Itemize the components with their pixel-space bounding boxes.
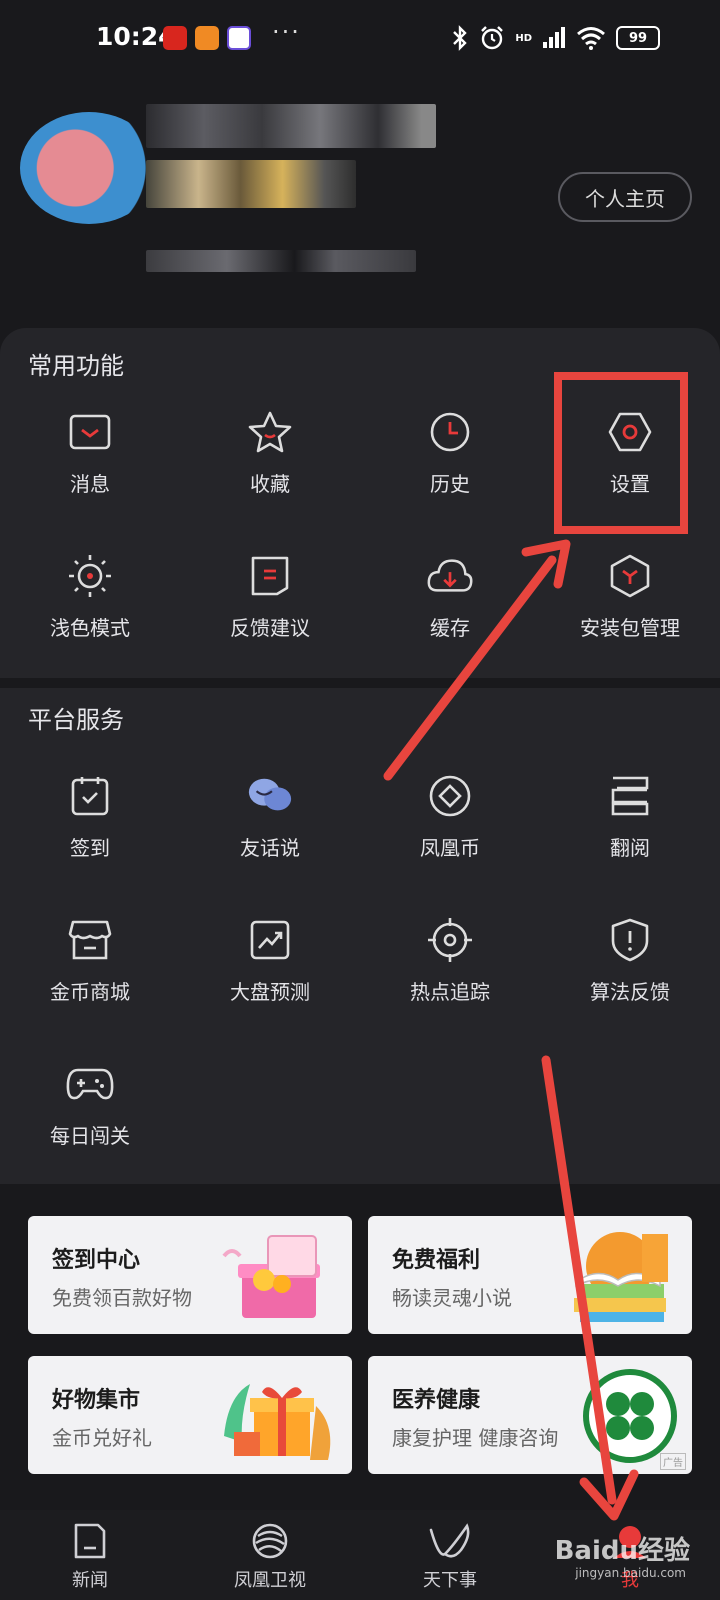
target-icon: [426, 916, 474, 964]
nav-label: 新闻: [72, 1570, 108, 1591]
world-icon: [429, 1523, 470, 1558]
grid-item-label: 浅色模式: [50, 616, 130, 640]
chart-icon: [246, 916, 294, 964]
books-illustration: [574, 1232, 668, 1322]
app-store-icon: [227, 26, 251, 50]
nav-label: 天下事: [423, 1570, 477, 1591]
grid-item-label: 金币商城: [50, 980, 130, 1004]
grid-item-label: 收藏: [250, 472, 290, 496]
grid-item-label: 友话说: [240, 836, 300, 860]
promo-subtitle: 康复护理 健康咨询: [392, 1426, 559, 1450]
baidu-watermark-url: jingyan.baidu.com: [575, 1566, 686, 1580]
grid-item-hot-tracking[interactable]: 热点追踪: [360, 916, 540, 1005]
grid-item-label: 翻阅: [610, 836, 650, 860]
grid-item-label: 算法反馈: [590, 980, 670, 1004]
baidu-watermark: Baidu经验: [554, 1536, 690, 1566]
wifi-icon: [577, 27, 605, 50]
grid-item-favorites[interactable]: 收藏: [180, 408, 360, 497]
status-right: HD 99: [451, 24, 660, 52]
message-icon: [66, 408, 114, 456]
common-functions-title: 常用功能: [28, 352, 124, 380]
ad-tag: 广告: [660, 1453, 686, 1470]
grid-item-label: 消息: [70, 472, 110, 496]
phoenix-icon: [252, 1523, 288, 1559]
grid-item-chat[interactable]: 友话说: [180, 772, 360, 861]
coin-icon: [426, 772, 474, 820]
promo-title: 签到中心: [52, 1248, 141, 1273]
alarm-icon: [481, 26, 504, 50]
grid-item-daily-challenge[interactable]: 每日闯关: [0, 1060, 180, 1149]
nav-item-news[interactable]: 新闻: [0, 1510, 180, 1600]
promo-title: 医养健康: [392, 1388, 481, 1413]
star-icon: [246, 408, 294, 456]
grid-item-label: 缓存: [430, 616, 470, 640]
book-icon: [606, 772, 654, 820]
news-app-icon: [163, 26, 187, 50]
grid-item-label: 安装包管理: [580, 616, 680, 640]
promo-title: 好物集市: [52, 1388, 141, 1413]
clock-icon: [426, 408, 474, 456]
gift-box-illustration: [222, 1235, 320, 1318]
battery-icon: 99: [616, 26, 660, 50]
network-label: HD: [515, 32, 532, 44]
profile-home-button[interactable]: 个人主页: [558, 172, 692, 222]
grid-item-phoenix-coin[interactable]: 凤凰币: [360, 772, 540, 861]
promo-goods-market[interactable]: 好物集市 金币兑好礼: [28, 1356, 352, 1474]
uc-browser-icon: [195, 26, 219, 50]
promo-title: 免费福利: [392, 1248, 481, 1273]
grid-item-label: 签到: [70, 836, 110, 860]
bluetooth-icon: [453, 25, 468, 51]
sun-icon: [66, 552, 114, 600]
platform-services-title: 平台服务: [28, 706, 124, 734]
cloud-download-icon: [426, 552, 474, 600]
grid-item-market-forecast[interactable]: 大盘预测: [180, 916, 360, 1005]
grid-item-label: 凤凰币: [420, 836, 480, 860]
promo-checkin-center[interactable]: 签到中心 免费领百款好物: [28, 1216, 352, 1334]
grid-item-package-manager[interactable]: 安装包管理: [540, 552, 720, 641]
avatar[interactable]: [20, 112, 158, 224]
promo-subtitle: 畅读灵魂小说: [392, 1286, 512, 1310]
grid-item-cache[interactable]: 缓存: [360, 552, 540, 641]
clover-logo: [583, 1369, 677, 1463]
signal-icon: [543, 27, 565, 48]
grid-item-light-mode[interactable]: 浅色模式: [0, 552, 180, 641]
promo-subtitle: 免费领百款好物: [52, 1286, 192, 1310]
nav-item-world[interactable]: 天下事: [360, 1510, 540, 1600]
checkin-icon: [66, 772, 114, 820]
store-icon: [66, 916, 114, 964]
nav-label: 凤凰卫视: [234, 1570, 306, 1591]
grid-item-label: 每日闯关: [50, 1124, 130, 1148]
nav-item-phoenix-tv[interactable]: 凤凰卫视: [180, 1510, 360, 1600]
more-notifications-icon: ···: [272, 18, 301, 46]
package-icon: [606, 552, 654, 600]
grid-item-label: 反馈建议: [230, 616, 310, 640]
grid-item-browse[interactable]: 翻阅: [540, 772, 720, 861]
gamepad-icon: [66, 1060, 114, 1108]
username-blurred: [146, 104, 436, 148]
promo-free-benefits[interactable]: 免费福利 畅读灵魂小说: [368, 1216, 692, 1334]
grid-item-label: 大盘预测: [230, 980, 310, 1004]
grid-item-message[interactable]: 消息: [0, 408, 180, 497]
chat-icon: [246, 772, 294, 820]
news-icon: [74, 1523, 106, 1559]
grid-item-history[interactable]: 历史: [360, 408, 540, 497]
gift-illustration: [224, 1384, 331, 1460]
grid-item-coin-store[interactable]: 金币商城: [0, 916, 180, 1005]
grid-item-feedback[interactable]: 反馈建议: [180, 552, 360, 641]
user-badges-blurred: [146, 160, 356, 208]
promo-subtitle: 金币兑好礼: [52, 1426, 152, 1450]
grid-item-label: 历史: [430, 472, 470, 496]
grid-item-algorithm-feedback[interactable]: 算法反馈: [540, 916, 720, 1005]
shield-icon: [606, 916, 654, 964]
settings-highlight-box: [554, 372, 688, 534]
grid-item-checkin[interactable]: 签到: [0, 772, 180, 861]
promo-health-care[interactable]: 医养健康 康复护理 健康咨询 广告: [368, 1356, 692, 1474]
grid-item-label: 热点追踪: [410, 980, 490, 1004]
feedback-icon: [246, 552, 294, 600]
user-stats-blurred: [146, 250, 416, 272]
